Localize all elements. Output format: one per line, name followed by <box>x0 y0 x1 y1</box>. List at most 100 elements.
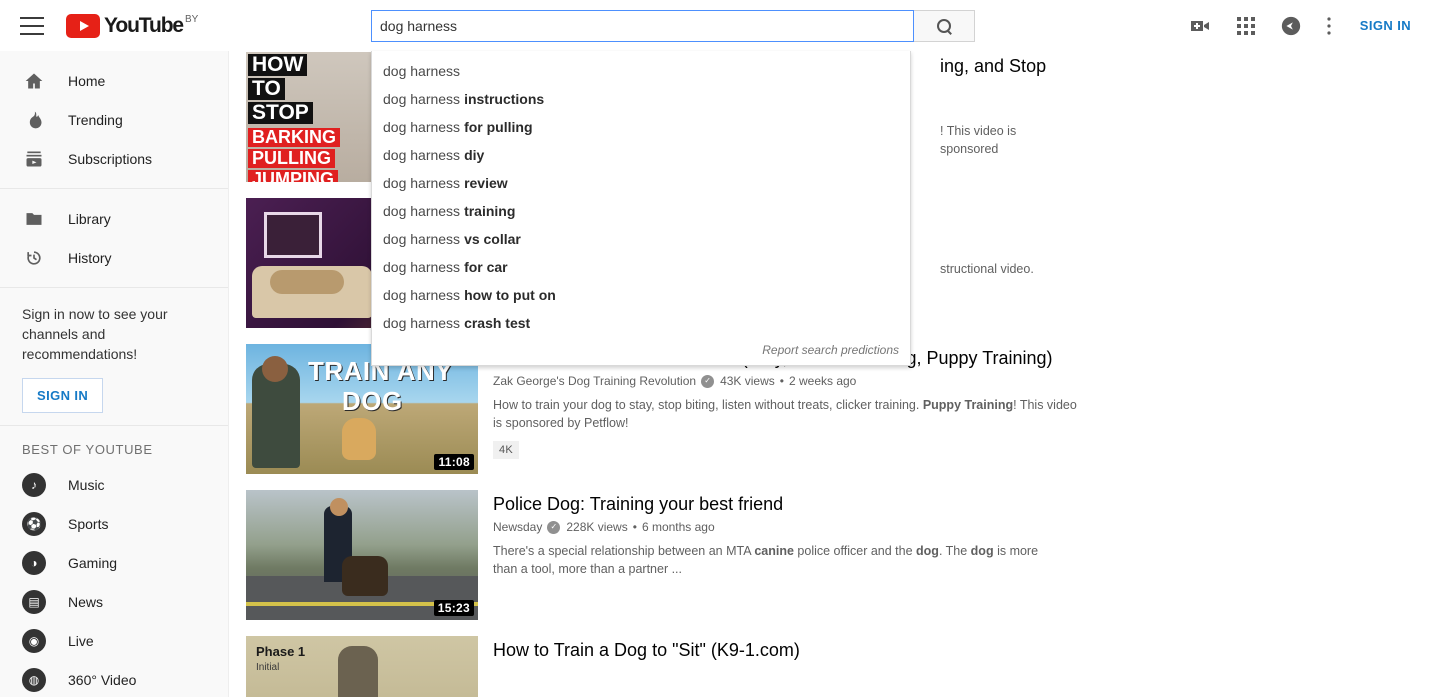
home-icon <box>22 69 46 93</box>
top-header: YouTube BY SIGN IN <box>0 0 1429 51</box>
suggestion-completion: training <box>464 203 515 219</box>
desc-highlight-2: dog <box>916 544 939 558</box>
music-note-icon: ♪ <box>22 473 46 497</box>
video-description: There's a special relationship between a… <box>493 542 1065 578</box>
live-broadcast-icon: ◉ <box>22 629 46 653</box>
sidebar-item-music[interactable]: ♪ Music <box>0 465 228 504</box>
suggestion-item[interactable]: dog harnessinstructions <box>372 85 910 113</box>
logo-country-code: BY <box>185 14 198 26</box>
history-clock-icon <box>22 246 46 270</box>
suggestion-item[interactable]: dog harnessreview <box>372 169 910 197</box>
video-thumbnail[interactable]: Phase 1 Initial <box>246 636 478 697</box>
video-title[interactable]: How to Train a Dog to "Sit" (K9-1.com) <box>493 638 1078 662</box>
suggestion-item[interactable]: dog harnessdiy <box>372 141 910 169</box>
hamburger-menu-icon[interactable] <box>20 17 44 35</box>
thumbnail-text-barking: BARKING <box>248 128 340 147</box>
header-actions: SIGN IN <box>1188 0 1411 51</box>
thumbnail-text-how: HOW <box>248 54 307 76</box>
sidebar-item-live[interactable]: ◉ Live <box>0 621 228 660</box>
vr-360-icon: ◍ <box>22 668 46 692</box>
suggestion-completion: review <box>464 175 508 191</box>
sidebar-item-label: Subscriptions <box>68 152 152 166</box>
thumbnail-text-to: TO <box>248 78 285 100</box>
signin-promo-text: Sign in now to see your channels and rec… <box>22 304 206 364</box>
suggestion-base: dog harness <box>383 203 460 219</box>
upload-video-icon[interactable] <box>1188 14 1212 38</box>
suggestion-completion: for pulling <box>464 119 532 135</box>
messages-icon[interactable] <box>1280 15 1302 37</box>
sidebar-item-label: Live <box>68 634 94 648</box>
table-row[interactable]: 15:23 Police Dog: Training your best fri… <box>229 490 1429 620</box>
desc-part-1: There's a special relationship between a… <box>493 544 754 558</box>
sidebar-item-label: History <box>68 251 112 265</box>
search-button[interactable] <box>914 10 975 42</box>
suggestion-item[interactable]: dog harnessfor car <box>372 253 910 281</box>
search-input[interactable] <box>371 10 914 42</box>
thumbnail-text-stop: STOP <box>248 102 313 124</box>
video-description: How to train your dog to stay, stop biti… <box>493 396 1078 432</box>
sidebar-item-360-video[interactable]: ◍ 360° Video <box>0 660 228 697</box>
suggestion-item[interactable]: dog harnesscrash test <box>372 309 910 337</box>
video-byline: Newsday ✓ 228K views • 6 months ago <box>493 520 1078 534</box>
sidebar-item-subscriptions[interactable]: Subscriptions <box>0 139 228 178</box>
thumbnail-text-pulling: PULLING <box>248 149 335 168</box>
thumbnail-art-trainer-head <box>262 356 288 382</box>
report-search-predictions-link[interactable]: Report search predictions <box>372 337 910 365</box>
suggestion-base: dog harness <box>383 91 460 107</box>
thumbnail-art-puppy <box>342 418 376 460</box>
suggestion-item[interactable]: dog harnesstraining <box>372 197 910 225</box>
sidebar-item-trending[interactable]: Trending <box>0 100 228 139</box>
video-thumbnail[interactable]: 15:23 <box>246 490 478 620</box>
table-row[interactable]: Phase 1 Initial How to Train a Dog to "S… <box>229 636 1429 697</box>
sign-in-button[interactable]: SIGN IN <box>1356 18 1411 33</box>
sidebar: Home Trending Subscriptions Library <box>0 51 229 697</box>
search-icon <box>937 19 951 33</box>
suggestion-base: dog harness <box>383 175 460 191</box>
video-title[interactable]: Police Dog: Training your best friend <box>493 492 1078 516</box>
suggestion-base: dog harness <box>383 259 460 275</box>
thumbnail-art-officer-head <box>330 498 348 516</box>
byline-separator: • <box>780 374 784 388</box>
sidebar-item-home[interactable]: Home <box>0 61 228 100</box>
subscriptions-icon <box>22 147 46 171</box>
sidebar-section-heading: BEST OF YOUTUBE <box>0 426 228 465</box>
thumbnail-text-phase: Phase 1 <box>256 644 305 659</box>
suggestion-base: dog harness <box>383 287 460 303</box>
thumbnail-text-line2: DOG <box>342 386 403 417</box>
suggestion-base: dog harness <box>383 231 460 247</box>
thumbnail-art-figure <box>338 646 378 697</box>
apps-grid-icon[interactable] <box>1236 16 1256 36</box>
youtube-logo[interactable]: YouTube BY <box>66 14 198 38</box>
view-count: 43K views <box>720 374 775 388</box>
sidebar-item-gaming[interactable]: ◑ Gaming <box>0 543 228 582</box>
suggestion-base: dog harness <box>383 147 460 163</box>
suggestion-completion: instructions <box>464 91 544 107</box>
suggestion-item[interactable]: dog harness <box>372 57 910 85</box>
channel-name[interactable]: Zak George's Dog Training Revolution <box>493 374 696 388</box>
news-paper-icon: ▤ <box>22 590 46 614</box>
sidebar-secondary-section: Library History <box>0 189 228 288</box>
sidebar-item-news[interactable]: ▤ News <box>0 582 228 621</box>
status-badge: 4K <box>493 441 519 459</box>
desc-highlight: Puppy Training <box>923 398 1013 412</box>
video-byline: Zak George's Dog Training Revolution ✓ 4… <box>493 374 1078 388</box>
more-vertical-icon[interactable] <box>1326 15 1332 37</box>
sidebar-item-label: Home <box>68 74 105 88</box>
sidebar-item-sports[interactable]: ⚽ Sports <box>0 504 228 543</box>
thumbnail-text-jumping: JUMPING <box>248 170 338 182</box>
desc-part-1: How to train your dog to stay, stop biti… <box>493 398 923 412</box>
sidebar-item-history[interactable]: History <box>0 238 228 277</box>
suggestion-base: dog harness <box>383 315 460 331</box>
sidebar-item-label: Music <box>68 478 105 492</box>
suggestion-item[interactable]: dog harnesshow to put on <box>372 281 910 309</box>
sidebar-item-library[interactable]: Library <box>0 199 228 238</box>
suggestion-item[interactable]: dog harnessvs collar <box>372 225 910 253</box>
suggestion-base: dog harness <box>383 63 460 79</box>
channel-name[interactable]: Newsday <box>493 520 542 534</box>
suggestion-item[interactable]: dog harnessfor pulling <box>372 113 910 141</box>
desc-part-3: . The <box>939 544 971 558</box>
video-duration: 11:08 <box>434 454 474 470</box>
sidebar-sign-in-button[interactable]: SIGN IN <box>22 378 103 413</box>
library-folder-icon <box>22 207 46 231</box>
view-count: 228K views <box>566 520 627 534</box>
